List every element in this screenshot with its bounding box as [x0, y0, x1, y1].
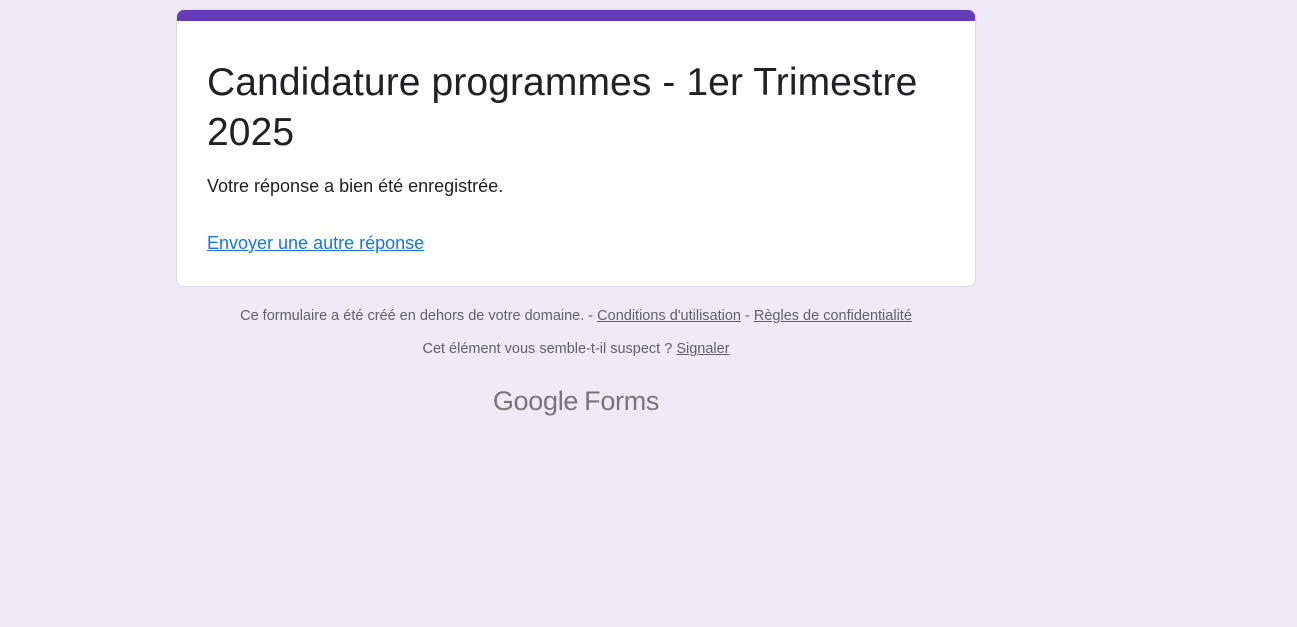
domain-notice-text: Ce formulaire a été créé en dehors de vo… — [240, 308, 585, 324]
google-forms-logo[interactable]: Google Forms — [176, 384, 976, 418]
confirmation-message: Votre réponse a bien été enregistrée. — [207, 176, 504, 196]
logo-forms-text: Forms — [584, 386, 660, 416]
footer-report: Cet élément vous semble-t-il suspect ? S… — [176, 339, 976, 359]
card-accent-bar — [177, 10, 975, 21]
confirmation-card: Candidature programmes - 1er Trimestre 2… — [176, 9, 976, 287]
privacy-link[interactable]: Règles de confidentialité — [754, 308, 912, 324]
card-body: Candidature programmes - 1er Trimestre 2… — [207, 58, 945, 255]
logo-google-text: Google — [492, 386, 579, 416]
suspect-question-text: Cet élément vous semble-t-il suspect ? — [422, 341, 673, 357]
form-title: Candidature programmes - 1er Trimestre 2… — [207, 61, 918, 154]
submit-another-response-link[interactable]: Envoyer une autre réponse — [207, 231, 424, 255]
footer-separator: - — [741, 308, 754, 324]
terms-link[interactable]: Conditions d'utilisation — [597, 308, 741, 324]
footer-notice: Ce formulaire a été créé en dehors de vo… — [176, 306, 976, 326]
footer-separator: - — [584, 308, 598, 324]
page: Candidature programmes - 1er Trimestre 2… — [0, 0, 1297, 627]
report-link[interactable]: Signaler — [676, 341, 729, 357]
